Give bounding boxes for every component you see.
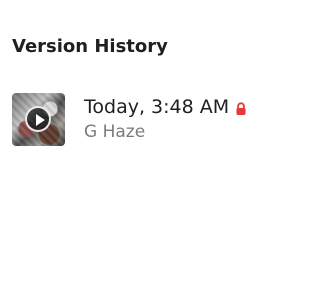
version-author: G Haze: [84, 122, 146, 142]
version-item[interactable]: Today, 3:48 AM G Haze: [12, 92, 288, 146]
timestamp-row: Today, 3:48 AM: [84, 96, 247, 118]
version-history-title: Version History: [12, 36, 168, 57]
version-thumbnail[interactable]: [12, 92, 65, 146]
lock-icon: [235, 101, 247, 115]
version-history-page: Version History Today, 3:48 AM G Haze: [0, 0, 300, 300]
play-triangle-icon: [36, 113, 45, 126]
version-meta: Today, 3:48 AM G Haze: [84, 96, 247, 142]
version-timestamp: Today, 3:48 AM: [84, 96, 230, 118]
play-icon[interactable]: [25, 105, 51, 132]
